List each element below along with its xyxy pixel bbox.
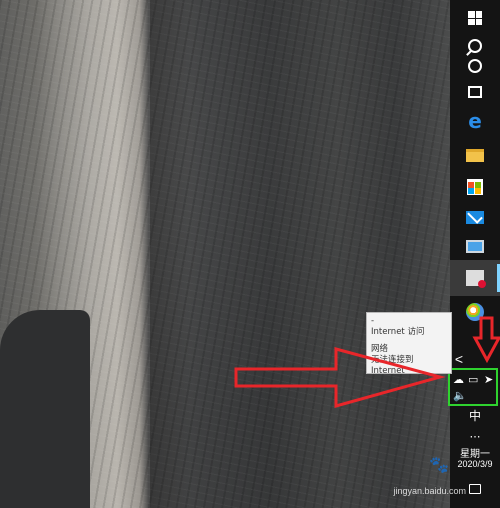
edge-browser-icon: e — [468, 109, 482, 133]
watermark-text: jingyan.baidu.com — [393, 486, 466, 496]
paint-icon — [466, 303, 484, 321]
cliff-shadow — [150, 0, 190, 508]
overflow-dots: ⋯ — [469, 431, 481, 443]
task-view-icon — [468, 86, 482, 98]
rock-foreground — [0, 310, 90, 508]
show-hidden-icons-button[interactable]: < — [450, 350, 468, 368]
battery-icon[interactable]: ▭ — [468, 373, 478, 386]
tooltip-line-dash: - — [371, 316, 375, 326]
network-status-tooltip: - Internet 访问 网络 无法连接到 Internet — [366, 312, 452, 376]
this-pc-button[interactable] — [450, 228, 500, 264]
desktop-wallpaper — [0, 0, 450, 508]
computer-icon — [466, 239, 484, 253]
snip-icon — [466, 270, 486, 288]
notification-center-icon[interactable] — [469, 484, 481, 494]
tray-highlight-box: ☁ ▭ ➤ 🔈 — [448, 368, 498, 406]
windows-logo-icon — [468, 11, 482, 25]
tooltip-network-label: 网络 — [371, 344, 389, 354]
edge-button[interactable]: e — [450, 103, 500, 139]
cloud-icon[interactable]: ☁ — [453, 373, 464, 386]
paint-button[interactable] — [450, 294, 500, 330]
store-icon — [467, 179, 483, 195]
input-method-indicator[interactable]: 中 — [450, 406, 500, 426]
file-explorer-button[interactable] — [450, 137, 500, 173]
mail-icon — [466, 210, 484, 224]
snipping-tool-button[interactable] — [450, 260, 500, 296]
volume-icon[interactable]: 🔈 — [453, 389, 467, 402]
cortana-ring-icon — [468, 59, 482, 73]
folder-icon — [466, 148, 484, 162]
baidu-watermark-logo: 🐾 — [429, 457, 449, 474]
tooltip-no-internet: 无法连接到 Internet — [371, 355, 414, 376]
mouse-cursor-icon: ➤ — [484, 374, 494, 386]
tooltip-internet-access: Internet 访问 — [371, 327, 425, 337]
